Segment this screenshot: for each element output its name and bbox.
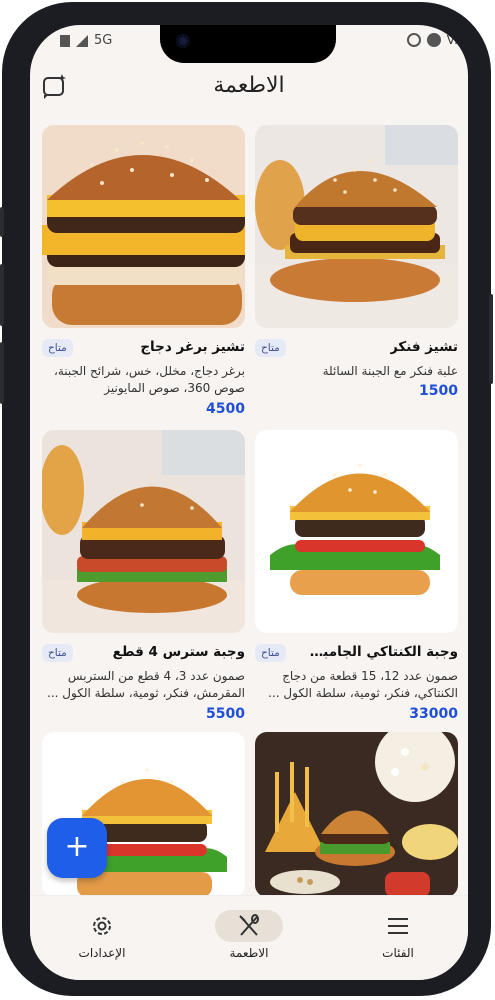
alarm-icon [406, 33, 421, 47]
product-name: تشيز برغر دجاج [140, 339, 245, 355]
app-header: الاطعمة [30, 65, 468, 113]
product-name: تشيز فنكر [389, 339, 458, 355]
tab-label: الإعدادات [78, 946, 126, 960]
product-card[interactable] [255, 732, 458, 897]
network-label: 5G [94, 33, 113, 48]
camera-icon [176, 34, 190, 48]
sim-icon [60, 34, 70, 47]
product-price: 33000 [409, 706, 458, 722]
product-image [255, 732, 458, 897]
availability-badge: متاح [42, 339, 73, 357]
availability-badge: متاح [42, 644, 73, 662]
menu-icon [364, 910, 432, 942]
bottom-nav: الفئات الاطعمة الإعدادات [30, 895, 468, 980]
tab-settings[interactable]: الإعدادات [52, 910, 152, 960]
action-button [0, 207, 4, 237]
product-price: 4500 [206, 401, 245, 417]
volume-up-button [0, 264, 4, 326]
product-description: صمون عدد 3، 4 قطع من الستربس المقرمش، فن… [47, 669, 245, 700]
tab-categories[interactable]: الفئات [348, 910, 448, 960]
availability-badge: متاح [255, 644, 286, 662]
screen: 5G V: الاطعمة تشيز فنكر متاح علبة فنكر م… [30, 25, 468, 980]
product-price: 1500 [419, 383, 458, 399]
clock: V: [446, 33, 458, 47]
status-left: 5G [60, 33, 112, 48]
product-card[interactable]: وجبة سترس 4 قطع متاح صمون عدد 3، 4 قطع م… [42, 430, 245, 722]
product-card[interactable]: وجبة الكنتاكي الجامبو 15 ق... متاح صمون … [255, 430, 458, 722]
product-card[interactable]: تشيز فنكر متاح علبة فنكر مع الجبنة السائ… [255, 125, 458, 399]
product-card[interactable]: تشيز برغر دجاج متاح برغر دجاج، مخلل، خس،… [42, 125, 245, 417]
tab-label: الفئات [382, 946, 414, 960]
product-name: وجبة الكنتاكي الجامبو 15 ق... [308, 644, 458, 660]
fork-knife-icon [215, 910, 283, 942]
product-description: علبة فنكر مع الجبنة السائلة [322, 364, 458, 378]
product-image [42, 430, 245, 633]
availability-badge: متاح [255, 339, 286, 357]
battery-icon [426, 33, 441, 47]
tab-label: الاطعمة [229, 946, 269, 960]
add-button[interactable]: + [47, 818, 107, 878]
product-image [42, 125, 245, 328]
product-price: 5500 [206, 706, 245, 722]
phone-frame: 5G V: الاطعمة تشيز فنكر متاح علبة فنكر م… [0, 2, 493, 996]
page-title: الاطعمة [213, 73, 285, 98]
signal-icon [76, 34, 88, 47]
power-button [489, 294, 493, 384]
product-description: برغر دجاج، مخلل، خس، شرائح الجبنة، صوص 3… [53, 364, 245, 395]
gear-icon [68, 910, 136, 942]
product-name: وجبة سترس 4 قطع [112, 644, 245, 660]
product-image [255, 125, 458, 328]
product-description: صمون عدد 12، 15 قطعة من دجاج الكنتاكي، ف… [268, 669, 458, 700]
volume-down-button [0, 342, 4, 404]
status-right: V: [406, 33, 458, 47]
tab-foods[interactable]: الاطعمة [199, 910, 299, 960]
product-image [255, 430, 458, 633]
